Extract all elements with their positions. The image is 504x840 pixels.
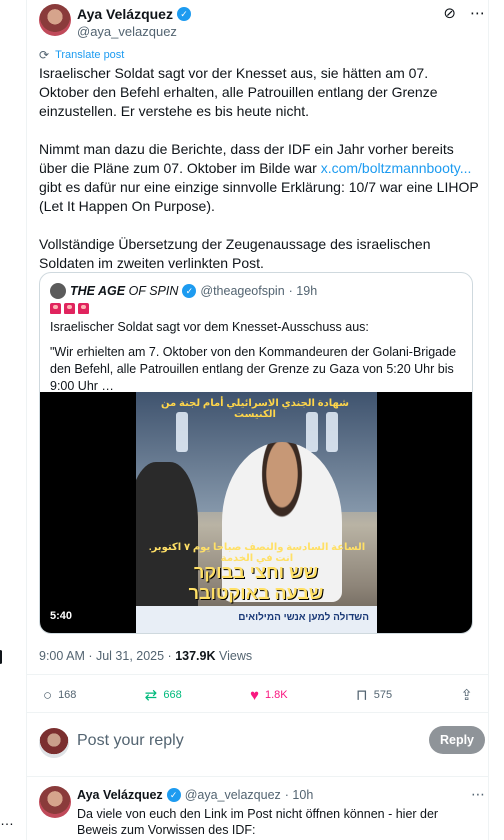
quote-author-name[interactable]: THE AGE OF SPIN [70, 284, 178, 298]
quote-name-suffix: OF SPIN [125, 284, 179, 298]
rail-marker [0, 650, 3, 664]
translate-label[interactable]: Translate post [55, 49, 124, 61]
post-paragraph-2-tail: gibt es dafür nur eine einzige sinnvolle… [39, 179, 479, 214]
divider [27, 712, 489, 713]
post-actions: ○ 168 ⇄ 668 ♥ 1.8K ⊓ 575 ⇪ [43, 686, 473, 705]
post-header: Aya Velázquez ✓ @aya_velazquez ⊘ ⋯ [39, 4, 485, 42]
video-caption-arabic: الساعة السادسة والنصف صباحا يوم ٧ اكتوبر… [148, 542, 366, 564]
author-name[interactable]: Aya Velázquez [77, 6, 173, 22]
quote-name-prefix: THE [70, 284, 99, 298]
author-handle[interactable]: @aya_velazquez [77, 24, 177, 39]
like-action[interactable]: ♥ 1.8K [250, 686, 288, 704]
grok-icon[interactable]: ⊘ [443, 4, 456, 22]
post-link[interactable]: x.com/boltzmannbooty... [321, 160, 472, 176]
repost-action[interactable]: ⇄ 668 [145, 686, 182, 704]
reply-count: 168 [58, 689, 77, 701]
reply-time: · 10h [284, 788, 314, 802]
left-rail: … [0, 0, 27, 840]
siren-emojis [50, 303, 89, 314]
views-count: 137.9K [175, 649, 216, 663]
reply-text: Da viele von euch den Link im Post nicht… [77, 807, 439, 837]
quote-time: · 19h [288, 284, 318, 298]
divider [27, 776, 489, 777]
divider [27, 674, 489, 675]
right-rail [489, 0, 504, 840]
more-options-icon[interactable]: ⋯ [471, 786, 485, 803]
verified-badge-icon: ✓ [166, 788, 181, 802]
reply-button[interactable]: Reply [429, 726, 485, 754]
post-paragraph-3: Vollständige Übersetzung der Zeugenaussa… [39, 236, 431, 271]
quote-handle[interactable]: @theageofspin [200, 284, 284, 298]
post-paragraph-2: Nimmt man dazu die Berichte, dass der ID… [39, 140, 479, 216]
user-avatar[interactable] [39, 728, 69, 758]
video-duration: 5:40 [50, 610, 73, 622]
reply-author-handle[interactable]: @aya_velazquez [185, 788, 281, 802]
post-text: Israelischer Soldat sagt vor der Knesset… [39, 64, 479, 292]
repost-count: 668 [163, 689, 182, 701]
reply-header: Aya Velázquez ✓ @aya_velazquez · 10h [77, 788, 313, 802]
post-detail: Aya Velázquez ✓ @aya_velazquez ⊘ ⋯ ⟳ Tra… [27, 0, 489, 840]
post-paragraph-1: Israelischer Soldat sagt vor der Knesset… [39, 65, 438, 119]
siren-icon [50, 303, 61, 314]
quote-name-bold: AGE [98, 284, 126, 298]
video-bar-text: השדולה למען אנשי המילואים [238, 612, 369, 623]
reply-action[interactable]: ○ 168 [43, 686, 76, 704]
quote-header: THE AGE OF SPIN ✓ @theageofspin · 19h [50, 283, 317, 299]
quoted-post[interactable]: THE AGE OF SPIN ✓ @theageofspin · 19h Is… [39, 272, 473, 634]
author-avatar[interactable] [39, 4, 71, 36]
translate-post[interactable]: ⟳ Translate post [39, 48, 124, 62]
video-caption-hebrew: שש וחצי בבוקר שבעה באוקטובר [188, 562, 324, 603]
reply-composer: Post your reply Reply [39, 726, 485, 760]
views-label: Views [215, 649, 253, 663]
more-dots-icon[interactable]: … [0, 812, 15, 828]
video-caption-top: شهادة الجندي الاسرائيلي أمام لجنة من الك… [161, 398, 349, 420]
author-name-row: Aya Velázquez ✓ [77, 6, 191, 22]
share-action[interactable]: ⇪ [460, 686, 473, 704]
video-player[interactable]: شهادة الجندي الاسرائيلي أمام لجنة من الك… [40, 392, 472, 633]
bookmark-icon: ⊓ [355, 687, 368, 704]
comment-icon: ○ [43, 686, 53, 704]
bookmark-count: 575 [373, 689, 393, 701]
translate-icon: ⟳ [39, 48, 50, 62]
video-frame: شهادة الجندي الاسرائيلي أمام لجنة من الك… [136, 392, 377, 633]
post-timestamp[interactable]: 9:00 AM · Jul 31, 2025 · [39, 649, 175, 663]
reply-author-name[interactable]: Aya Velázquez [77, 788, 163, 802]
reply-author-avatar[interactable] [39, 786, 71, 818]
quote-text: Israelischer Soldat sagt vor dem Knesset… [50, 319, 464, 403]
quote-line-2: "Wir erhielten am 7. Oktober von den Kom… [50, 345, 457, 393]
siren-icon [78, 303, 89, 314]
siren-icon [64, 303, 75, 314]
repost-icon: ⇄ [144, 687, 158, 704]
video-lower-bar: השדולה למען אנשי המילואים [136, 606, 377, 633]
verified-badge-icon: ✓ [182, 284, 197, 298]
reply-input[interactable]: Post your reply [77, 732, 184, 750]
heart-icon: ♥ [250, 686, 259, 704]
post-meta: 9:00 AM · Jul 31, 2025 · 137.9K Views [39, 649, 252, 663]
header-actions: ⊘ ⋯ [443, 4, 485, 22]
more-options-icon[interactable]: ⋯ [470, 4, 485, 22]
bookmark-action[interactable]: ⊓ 575 [356, 686, 392, 704]
quote-avatar[interactable] [50, 283, 66, 299]
quote-line-1: Israelischer Soldat sagt vor dem Knesset… [50, 320, 369, 334]
verified-badge-icon: ✓ [176, 7, 191, 21]
like-count: 1.8K [264, 689, 288, 701]
share-icon: ⇪ [460, 687, 473, 704]
